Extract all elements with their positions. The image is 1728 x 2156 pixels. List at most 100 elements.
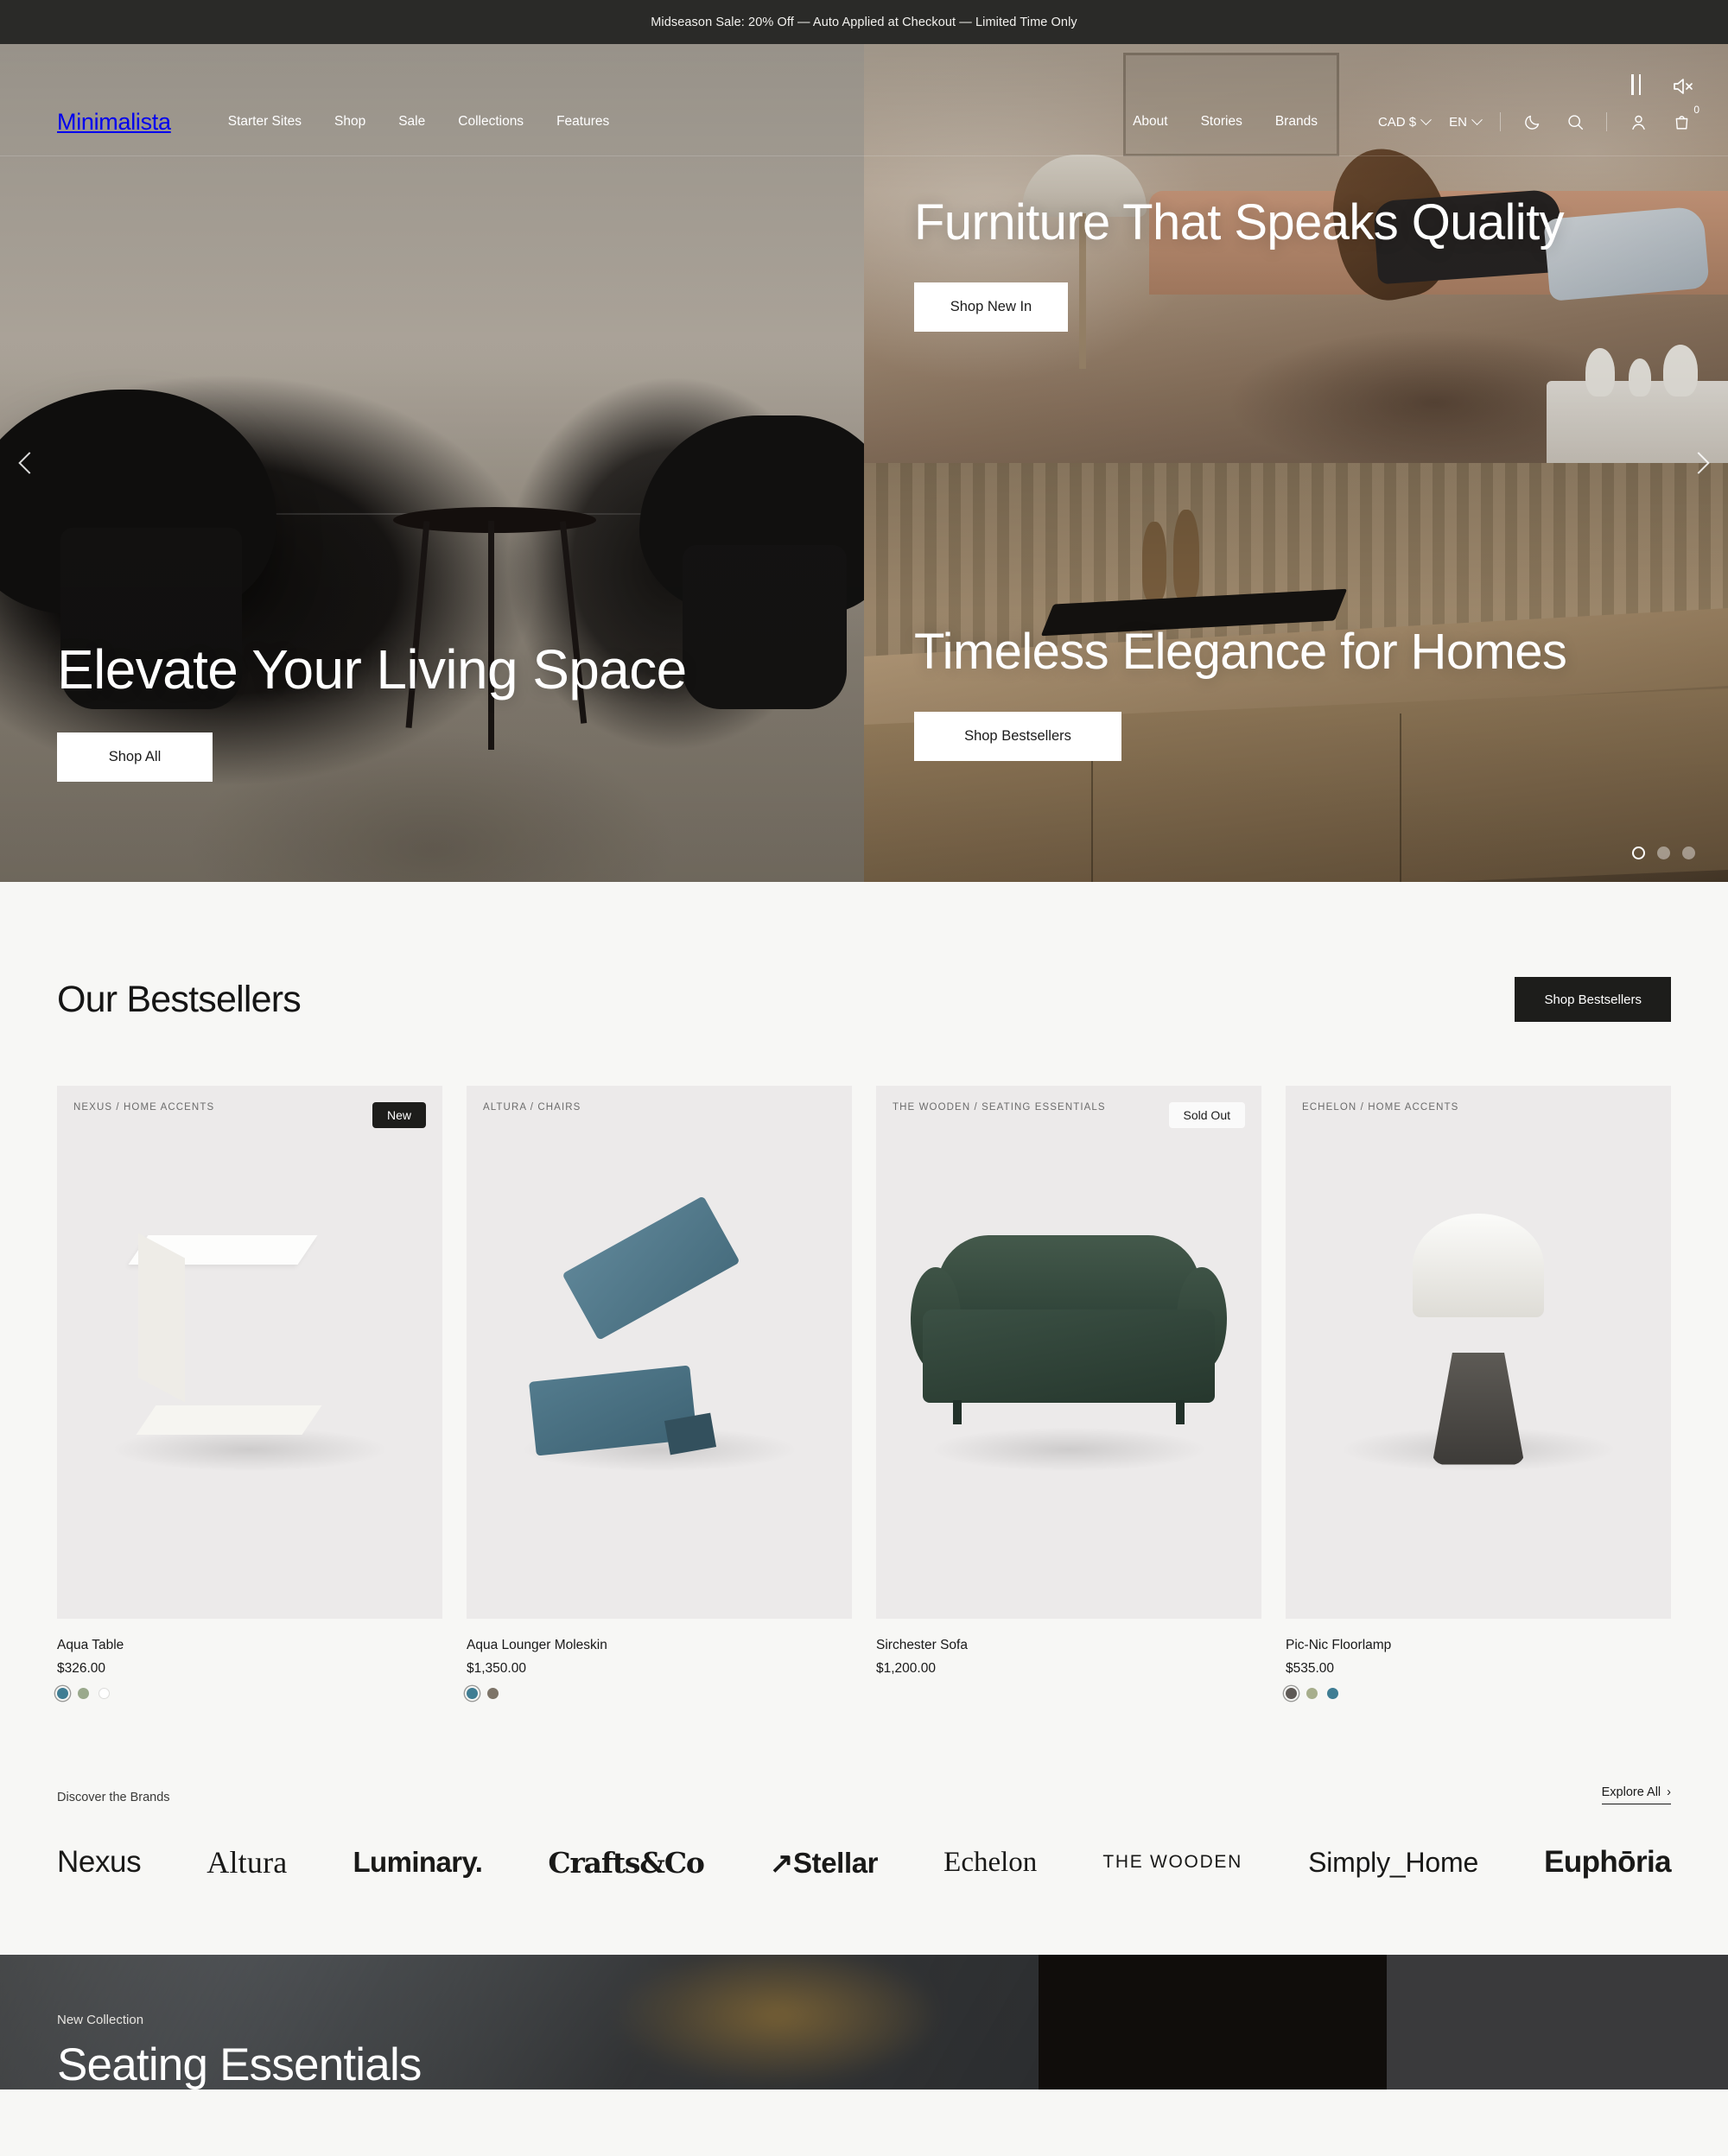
product-image-sirchester-sofa[interactable]: THE WOODEN / SEATING ESSENTIALS Sold Out bbox=[876, 1086, 1261, 1619]
color-swatches bbox=[1286, 1688, 1671, 1699]
nav-item-stories[interactable]: Stories bbox=[1201, 114, 1242, 130]
header-tools: CAD $ EN 0 bbox=[1377, 104, 1699, 134]
search-icon[interactable] bbox=[1563, 110, 1587, 134]
product-image-picnic-floorlamp[interactable]: ECHELON / HOME ACCENTS bbox=[1286, 1086, 1671, 1619]
brand-logo-nexus[interactable]: Nexus bbox=[57, 1845, 142, 1880]
site-logo[interactable]: Minimalista bbox=[57, 109, 171, 136]
product-tags: NEXUS / HOME ACCENTS New bbox=[73, 1102, 426, 1128]
divider bbox=[1500, 112, 1501, 131]
carousel-dot-2[interactable] bbox=[1657, 847, 1670, 859]
product-price: $326.00 bbox=[57, 1661, 106, 1676]
hero-slide-2-content: Furniture That Speaks Quality Shop New I… bbox=[914, 193, 1565, 332]
nav-item-about[interactable]: About bbox=[1133, 114, 1168, 130]
product-category-label: ALTURA / CHAIRS bbox=[483, 1102, 581, 1113]
bestsellers-title: Our Bestsellers bbox=[57, 978, 302, 1020]
product-price: $1,350.00 bbox=[467, 1661, 526, 1676]
currency-selector[interactable]: CAD $ bbox=[1377, 113, 1433, 130]
product-name: Aqua Lounger Moleskin bbox=[467, 1638, 607, 1652]
product-name: Aqua Table bbox=[57, 1638, 124, 1652]
product-info: Pic-Nic Floorlamp $535.00 bbox=[1286, 1619, 1671, 1699]
shopping-bag-icon[interactable]: 0 bbox=[1669, 104, 1699, 134]
color-swatch[interactable] bbox=[1286, 1688, 1297, 1699]
product-illustration bbox=[57, 1086, 442, 1619]
user-icon[interactable] bbox=[1626, 110, 1650, 134]
shop-bestsellers-button[interactable]: Shop Bestsellers bbox=[1515, 977, 1671, 1022]
color-swatches bbox=[467, 1688, 852, 1699]
status-badge: New bbox=[372, 1102, 426, 1128]
product-category-label: THE WOODEN / SEATING ESSENTIALS bbox=[893, 1102, 1106, 1113]
brand-logo-crafts-and-co[interactable]: Crafts&Co bbox=[548, 1846, 705, 1880]
color-swatch[interactable] bbox=[1306, 1688, 1318, 1699]
currency-value: CAD $ bbox=[1377, 114, 1417, 130]
announcement-text: Midseason Sale: 20% Off — Auto Applied a… bbox=[651, 15, 1077, 29]
brand-logo-altura[interactable]: Altura bbox=[206, 1844, 287, 1880]
brand-logo-stellar[interactable]: ↗Stellar bbox=[770, 1846, 879, 1880]
color-swatch[interactable] bbox=[1327, 1688, 1338, 1699]
product-tags: ECHELON / HOME ACCENTS bbox=[1302, 1102, 1655, 1113]
color-swatch[interactable] bbox=[78, 1688, 89, 1699]
hero-slide-timeless-elegance[interactable]: Timeless Elegance for Homes Shop Bestsel… bbox=[864, 463, 1728, 882]
product-illustration bbox=[1286, 1086, 1671, 1619]
brand-logo-euphoria[interactable]: Euphōria bbox=[1544, 1845, 1671, 1880]
carousel-prev-arrow[interactable] bbox=[5, 439, 54, 487]
product-image-aqua-lounger[interactable]: ALTURA / CHAIRS bbox=[467, 1086, 852, 1619]
collection-banner-panel-gray bbox=[1387, 1955, 1728, 2089]
nav-item-shop[interactable]: Shop bbox=[334, 114, 365, 130]
product-category-label: ECHELON / HOME ACCENTS bbox=[1302, 1102, 1459, 1113]
product-grid: NEXUS / HOME ACCENTS New Aqua Table $326… bbox=[57, 1086, 1671, 1699]
brands-header: Discover the Brands Explore All › bbox=[57, 1785, 1671, 1804]
product-image-aqua-table[interactable]: NEXUS / HOME ACCENTS New bbox=[57, 1086, 442, 1619]
product-category-label: NEXUS / HOME ACCENTS bbox=[73, 1102, 215, 1113]
collection-banner-panel-dark bbox=[1039, 1955, 1387, 2089]
brand-logo-luminary[interactable]: Luminary. bbox=[353, 1846, 482, 1879]
nav-item-brands[interactable]: Brands bbox=[1275, 114, 1318, 130]
product-card[interactable]: THE WOODEN / SEATING ESSENTIALS Sold Out… bbox=[876, 1086, 1261, 1699]
product-card[interactable]: NEXUS / HOME ACCENTS New Aqua Table $326… bbox=[57, 1086, 442, 1699]
chevron-down-icon bbox=[1420, 113, 1433, 125]
color-swatch[interactable] bbox=[487, 1688, 499, 1699]
hero-cta-shop-new-in[interactable]: Shop New In bbox=[914, 282, 1068, 332]
brand-logo-echelon[interactable]: Echelon bbox=[943, 1847, 1037, 1879]
nav-item-collections[interactable]: Collections bbox=[458, 114, 524, 130]
status-badge: Sold Out bbox=[1168, 1102, 1245, 1128]
explore-all-link[interactable]: Explore All › bbox=[1601, 1785, 1671, 1804]
language-value: EN bbox=[1449, 114, 1467, 130]
nav-item-starter-sites[interactable]: Starter Sites bbox=[228, 114, 302, 130]
color-swatch[interactable] bbox=[467, 1688, 478, 1699]
carousel-dots bbox=[1632, 847, 1695, 859]
hero-cta-shop-bestsellers[interactable]: Shop Bestsellers bbox=[914, 712, 1121, 761]
chevron-down-icon bbox=[1471, 113, 1483, 125]
hero-slide-living-space[interactable]: Elevate Your Living Space Shop All bbox=[0, 44, 864, 882]
brand-logo-simply-home[interactable]: Simply_Home bbox=[1308, 1847, 1478, 1879]
product-illustration bbox=[467, 1086, 852, 1619]
collection-banner-content: New Collection Seating Essentials bbox=[57, 2013, 422, 2089]
brand-logo-the-wooden[interactable]: THE WOODEN bbox=[1102, 1852, 1242, 1873]
hero-cta-shop-all[interactable]: Shop All bbox=[57, 732, 213, 782]
hero-slide-3-content: Timeless Elegance for Homes Shop Bestsel… bbox=[914, 623, 1567, 761]
divider bbox=[1606, 112, 1607, 131]
collection-banner[interactable]: New Collection Seating Essentials bbox=[0, 1955, 1728, 2089]
cart-count-badge: 0 bbox=[1693, 104, 1699, 116]
product-price: $1,200.00 bbox=[876, 1661, 936, 1676]
carousel-dot-1[interactable] bbox=[1632, 847, 1645, 859]
color-swatch[interactable] bbox=[57, 1688, 68, 1699]
nav-item-features[interactable]: Features bbox=[556, 114, 609, 130]
product-card[interactable]: ECHELON / HOME ACCENTS Pic-Nic Floorlamp… bbox=[1286, 1086, 1671, 1699]
explore-all-label: Explore All bbox=[1601, 1785, 1661, 1799]
hero-right-column: Furniture That Speaks Quality Shop New I… bbox=[864, 44, 1728, 882]
bestsellers-header: Our Bestsellers Shop Bestsellers bbox=[57, 977, 1671, 1022]
carousel-next-arrow[interactable] bbox=[1674, 439, 1723, 487]
color-swatch[interactable] bbox=[98, 1688, 110, 1699]
carousel-dot-3[interactable] bbox=[1682, 847, 1695, 859]
product-tags: ALTURA / CHAIRS bbox=[483, 1102, 835, 1113]
language-selector[interactable]: EN bbox=[1449, 113, 1483, 130]
hero-carousel: Elevate Your Living Space Shop All Furni… bbox=[0, 44, 1728, 882]
product-card[interactable]: ALTURA / CHAIRS Aqua Lounger Moleskin $1… bbox=[467, 1086, 852, 1699]
product-tags: THE WOODEN / SEATING ESSENTIALS Sold Out bbox=[893, 1102, 1245, 1128]
nav-item-sale[interactable]: Sale bbox=[398, 114, 425, 130]
product-name: Pic-Nic Floorlamp bbox=[1286, 1638, 1392, 1652]
secondary-nav: About Stories Brands bbox=[1133, 114, 1318, 130]
color-swatches bbox=[57, 1688, 442, 1699]
moon-icon[interactable] bbox=[1520, 110, 1544, 134]
bestsellers-section: Our Bestsellers Shop Bestsellers NEXUS /… bbox=[0, 882, 1728, 1699]
